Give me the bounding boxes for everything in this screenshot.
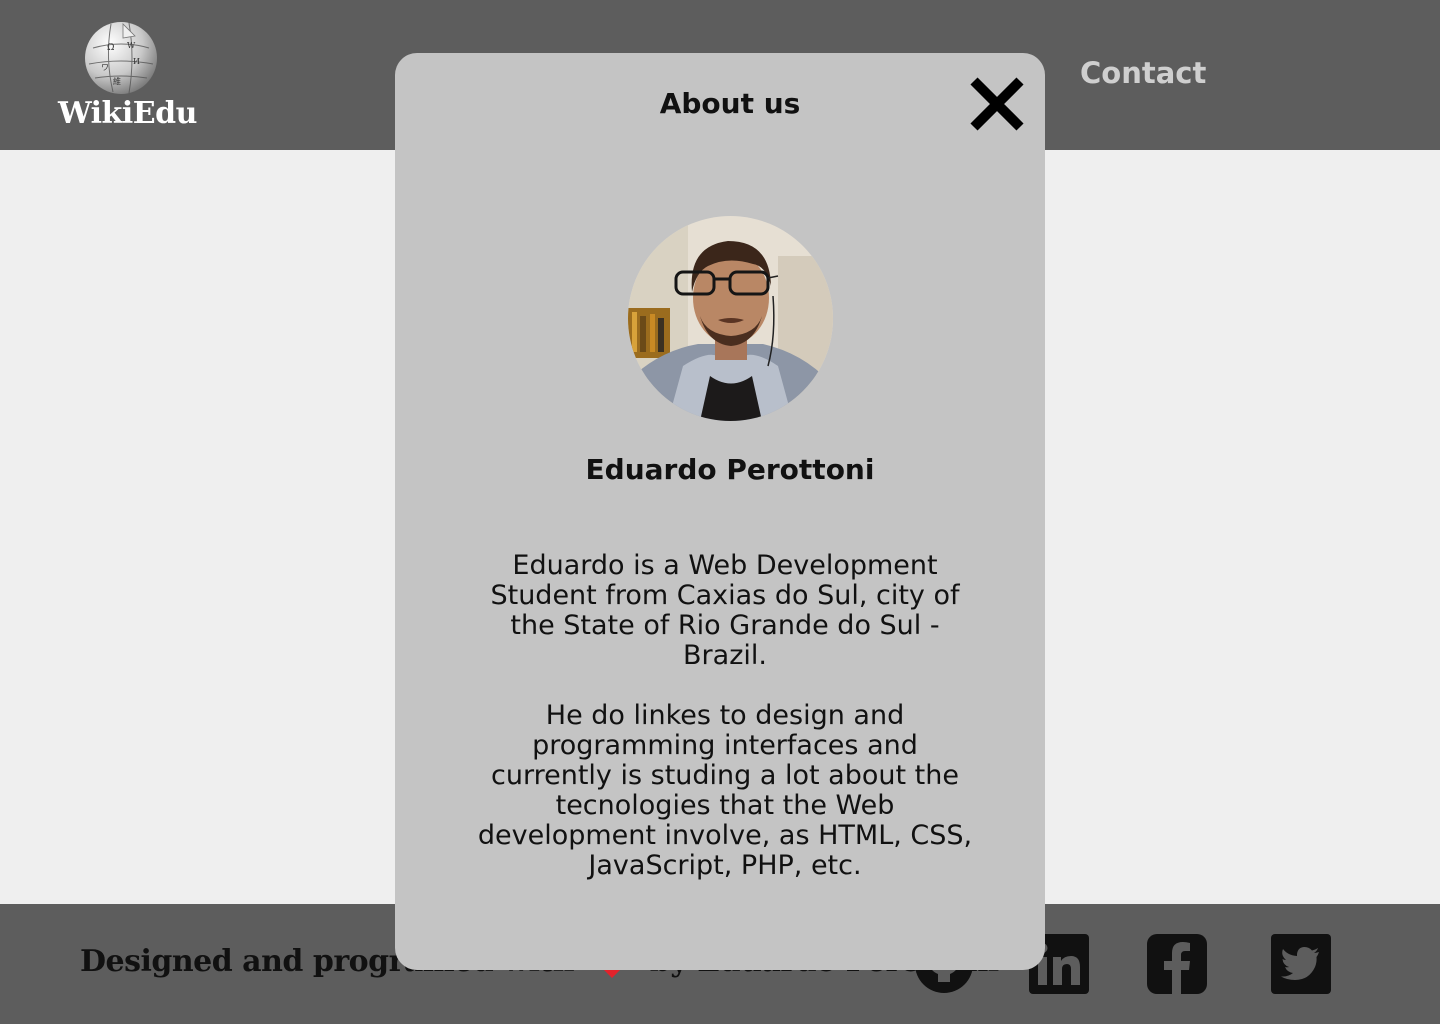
svg-text:W: W <box>127 41 136 50</box>
bio-paragraph-2: He do linkes to design and programming i… <box>477 700 973 881</box>
svg-text:И: И <box>133 57 140 66</box>
nav-contact-link[interactable]: Contact <box>1080 56 1206 90</box>
profile-photo <box>628 216 833 421</box>
svg-text:Ω: Ω <box>107 43 114 53</box>
svg-text:ワ: ワ <box>101 63 109 72</box>
bio-paragraph-1: Eduardo is a Web Development Student fro… <box>490 550 960 671</box>
site-logo[interactable]: Ω W И ワ 維 WikiEdu <box>58 20 197 131</box>
wikipedia-globe-icon: Ω W И ワ 維 <box>84 22 157 94</box>
svg-text:維: 維 <box>113 76 121 86</box>
logo-text: WikiEdu <box>58 96 197 131</box>
facebook-icon[interactable] <box>1147 934 1207 994</box>
avatar <box>628 216 833 421</box>
modal-title: About us <box>659 87 801 120</box>
person-name: Eduardo Perottoni <box>585 453 875 486</box>
twitter-icon[interactable] <box>1271 934 1331 994</box>
close-icon[interactable] <box>970 77 1024 131</box>
about-us-modal: About us Eduardo Perottoni Eduardo is a … <box>395 53 1045 970</box>
